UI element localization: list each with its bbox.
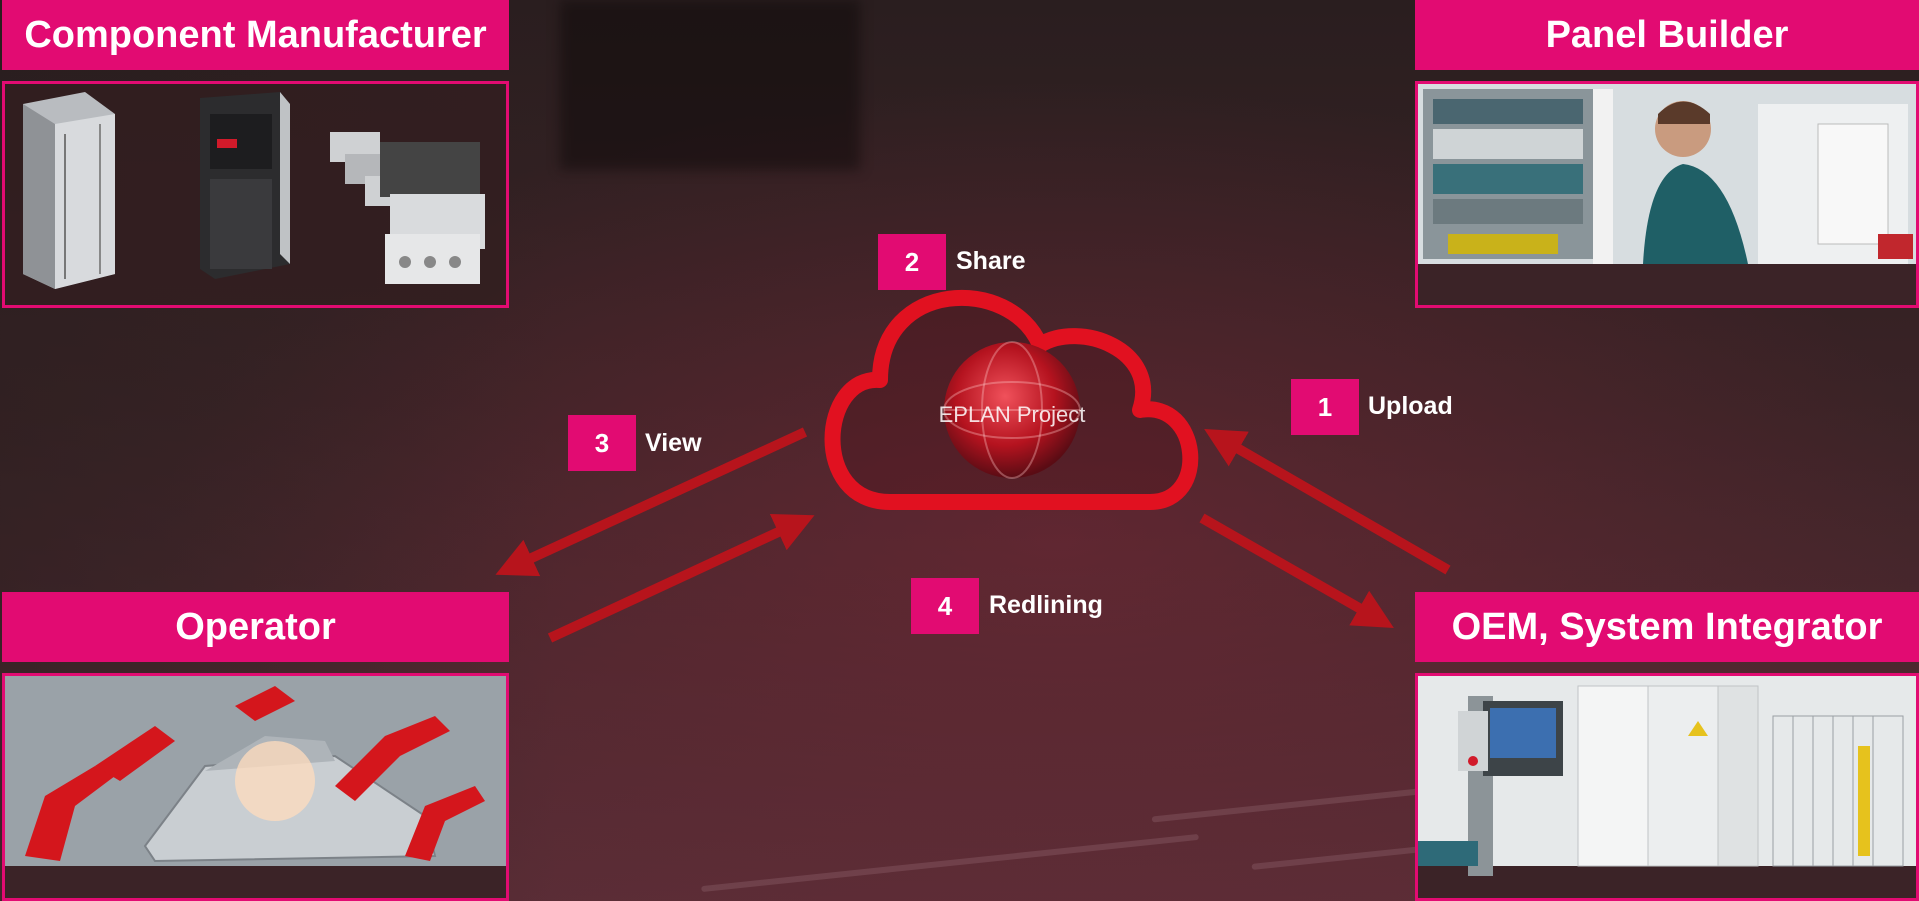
- cloud-icon: EPLAN Project: [824, 289, 1199, 510]
- step-2-badge: 2: [878, 234, 946, 290]
- step-1-badge: 1: [1291, 379, 1359, 435]
- step-1-label: Upload: [1368, 392, 1453, 420]
- step-4-badge: 4: [911, 578, 979, 634]
- cloud-caption: EPLAN Project: [939, 402, 1086, 427]
- step-3-badge: 3: [568, 415, 636, 471]
- step-3-label: View: [645, 429, 702, 457]
- step-4-label: Redlining: [989, 591, 1103, 619]
- step-2-label: Share: [956, 247, 1026, 275]
